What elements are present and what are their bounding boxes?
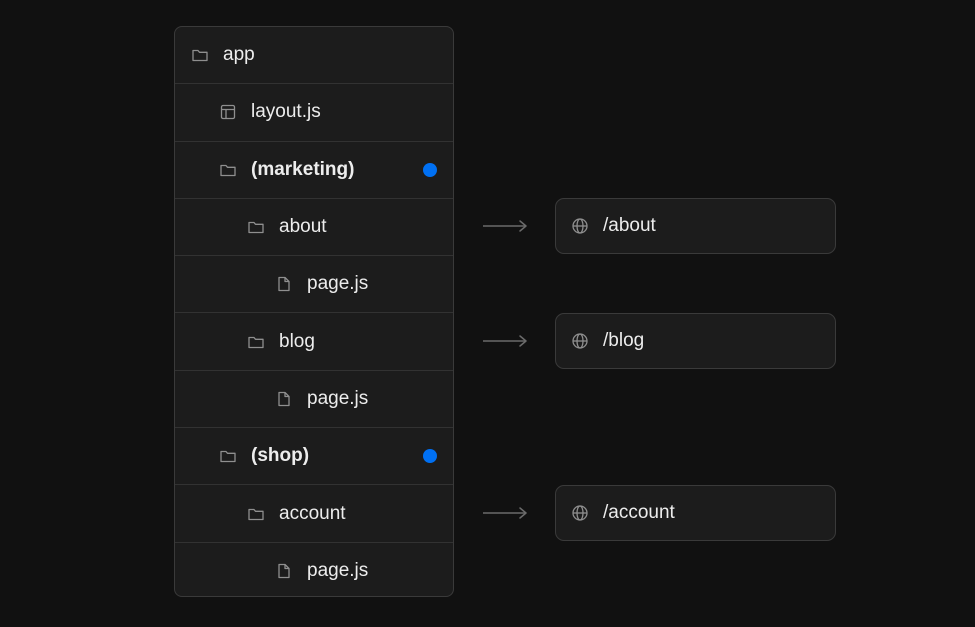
folder-icon [219, 447, 237, 465]
tree-row-blog-page: page.js [175, 371, 453, 429]
layout-icon [219, 103, 237, 121]
tree-row-label: about [279, 216, 327, 238]
tree-row-label: blog [279, 330, 315, 352]
file-tree: app layout.js (marketing) about page.js … [174, 26, 454, 597]
route-group-dot [423, 162, 437, 177]
route-groups-diagram: app layout.js (marketing) about page.js … [0, 0, 975, 627]
tree-row-label: (marketing) [251, 158, 355, 180]
arrow-right-icon [483, 220, 527, 232]
tree-row-about-page: page.js [175, 256, 453, 314]
tree-row-marketing-group: (marketing) [175, 142, 453, 199]
tree-row-about: about [175, 199, 453, 257]
tree-row-account-page: page.js [175, 543, 453, 596]
tree-row-account: account [175, 485, 453, 543]
globe-icon [571, 504, 589, 522]
tree-row-app: app [175, 27, 453, 85]
tree-row-shop-group: (shop) [175, 428, 453, 486]
route-blog: /blog [555, 313, 836, 369]
tree-row-label: app [223, 44, 255, 66]
route-about: /about [555, 198, 836, 254]
arrow-right-icon [483, 335, 527, 347]
route-path: /about [603, 215, 656, 236]
file-icon [275, 562, 293, 580]
file-icon [275, 390, 293, 408]
arrow-right-icon [483, 507, 527, 519]
folder-icon [247, 218, 265, 236]
tree-row-label: (shop) [251, 445, 310, 467]
tree-row-blog: blog [175, 313, 453, 371]
globe-icon [571, 217, 589, 235]
folder-icon [247, 333, 265, 351]
folder-icon [191, 46, 209, 64]
tree-row-label: page.js [307, 273, 369, 295]
tree-row-label: layout.js [251, 101, 321, 123]
folder-icon [219, 161, 237, 179]
tree-row-label: account [279, 502, 346, 524]
route-path: /blog [603, 330, 645, 351]
file-icon [275, 275, 293, 293]
route-path: /account [603, 502, 675, 523]
tree-row-layout: layout.js [175, 84, 453, 142]
folder-icon [247, 505, 265, 523]
globe-icon [571, 332, 589, 350]
tree-row-label: page.js [307, 387, 369, 409]
route-account: /account [555, 485, 836, 541]
tree-row-label: page.js [307, 560, 369, 582]
route-group-dot [423, 449, 437, 464]
